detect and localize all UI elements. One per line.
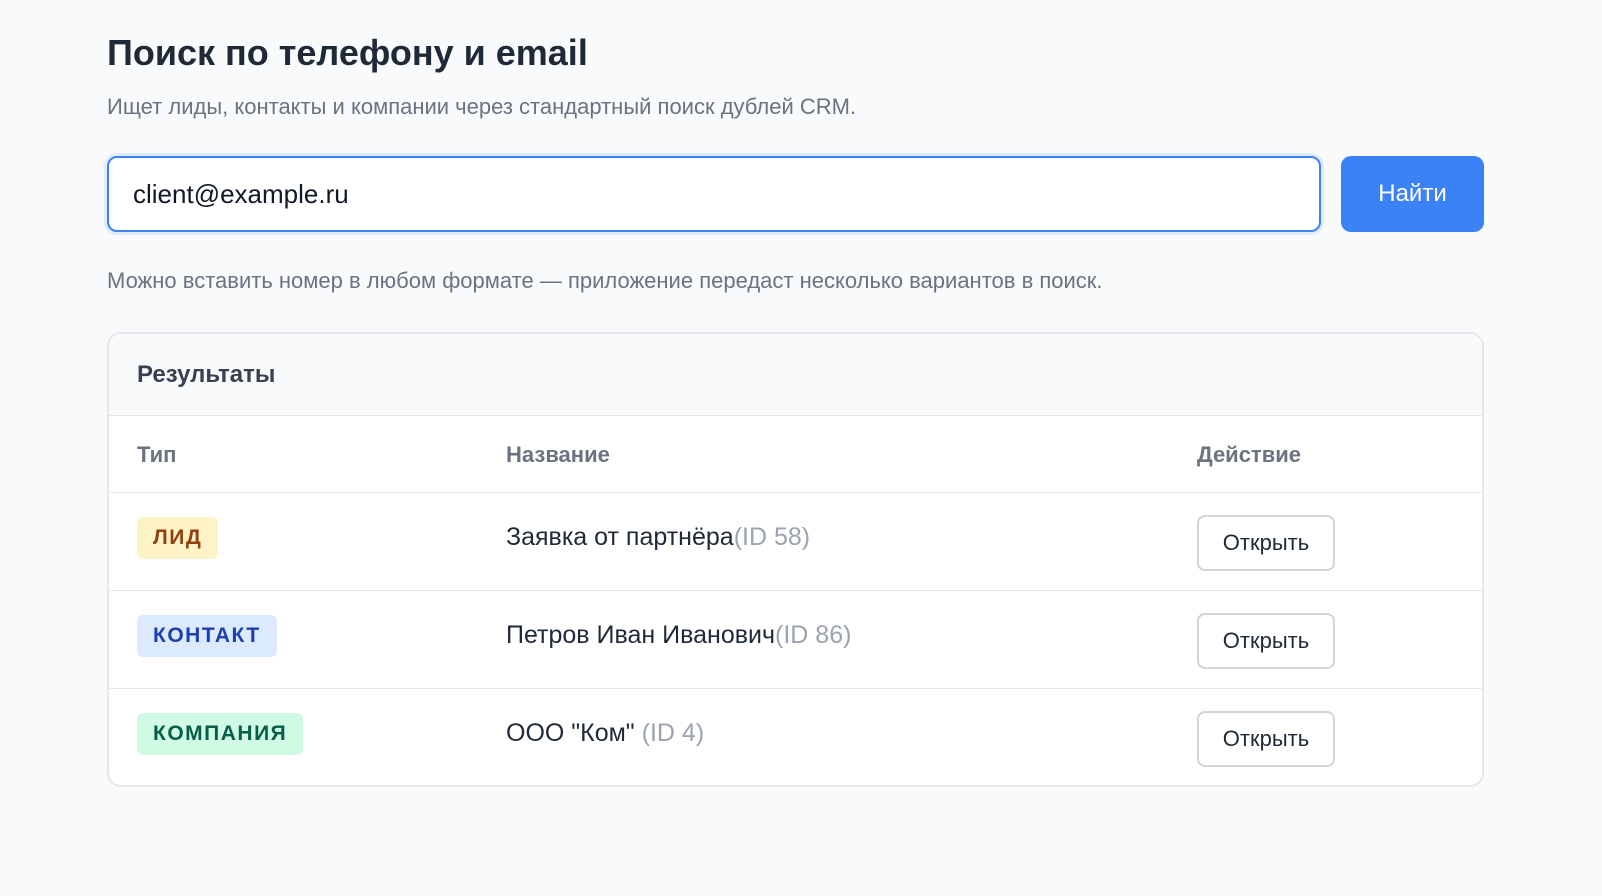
- type-badge-company: КОМПАНИЯ: [137, 713, 304, 755]
- row-name: Заявка от партнёра(ID 58): [506, 493, 810, 581]
- search-hint: Можно вставить номер в любом формате — п…: [107, 268, 1103, 293]
- table-row: ЛИД Заявка от партнёра(ID 58) Открыть: [109, 493, 1482, 591]
- open-button[interactable]: Открыть: [1197, 515, 1335, 571]
- row-name: Петров Иван Иванович(ID 86): [506, 591, 851, 679]
- results-card: Результаты Тип Название Действие ЛИД Зая…: [107, 332, 1484, 787]
- results-header: Результаты: [109, 334, 1482, 416]
- column-header-type: Тип: [137, 442, 177, 467]
- row-name-text: Петров Иван Иванович: [506, 621, 776, 649]
- open-button[interactable]: Открыть: [1197, 711, 1335, 767]
- table-row: КОМПАНИЯ ООО "Ком" (ID 4) Открыть: [109, 689, 1482, 785]
- type-badge-lead: ЛИД: [137, 517, 219, 559]
- open-button[interactable]: Открыть: [1197, 613, 1335, 669]
- table-row: КОНТАКТ Петров Иван Иванович(ID 86) Откр…: [109, 591, 1482, 689]
- row-id: (ID 4): [641, 719, 705, 747]
- row-name: ООО "Ком" (ID 4): [506, 689, 704, 777]
- search-row: Найти: [107, 156, 1484, 232]
- row-id: (ID 58): [733, 523, 811, 551]
- column-header-action: Действие: [1197, 442, 1301, 467]
- row-name-text: Заявка от партнёра: [506, 523, 734, 551]
- table-header: Тип Название Действие: [109, 416, 1482, 493]
- results-title: Результаты: [137, 360, 276, 388]
- page-title: Поиск по телефону и email: [107, 32, 588, 73]
- row-name-text: ООО "Ком": [506, 719, 642, 747]
- column-header-name: Название: [506, 442, 610, 467]
- search-button[interactable]: Найти: [1341, 156, 1484, 232]
- row-id: (ID 86): [775, 621, 852, 649]
- search-input[interactable]: [107, 156, 1321, 232]
- type-badge-contact: КОНТАКТ: [137, 615, 277, 657]
- page-subtitle: Ищет лиды, контакты и компании через ста…: [107, 94, 857, 119]
